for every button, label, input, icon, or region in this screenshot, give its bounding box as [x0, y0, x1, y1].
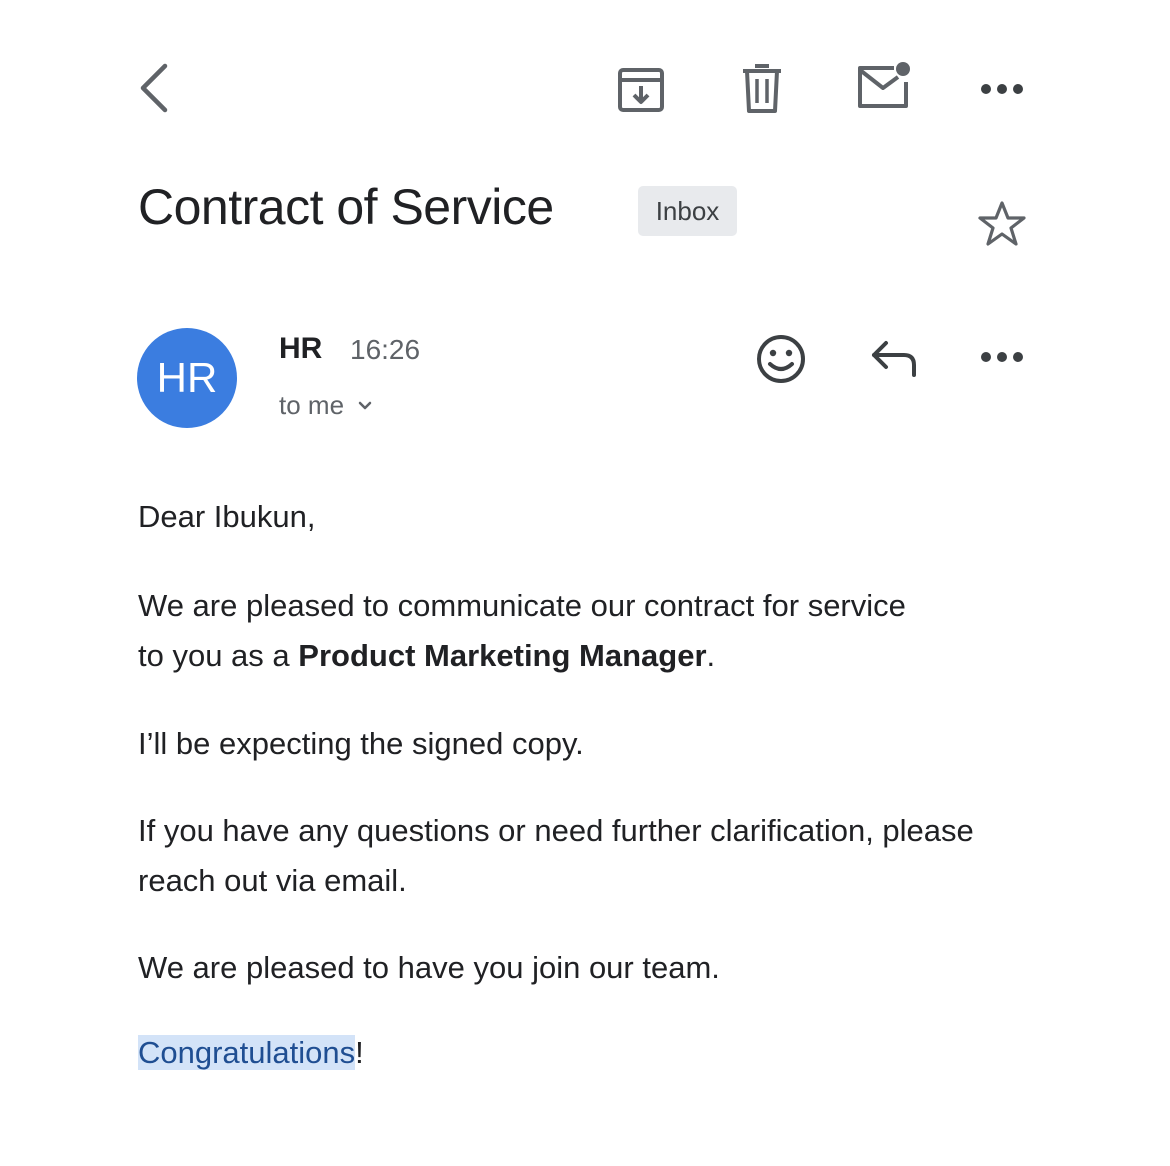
selected-text-highlight[interactable]: Congratulations — [138, 1035, 356, 1070]
email-time: 16:26 — [350, 334, 421, 365]
email-view: Contract of Service Inbox HR HR 16:26 to… — [0, 0, 1170, 1166]
reply-icon — [872, 341, 916, 377]
reply-button[interactable] — [866, 334, 922, 384]
email-paragraph-contract: We are pleased to communicate our contra… — [138, 581, 938, 681]
email-paragraph-welcome: We are pleased to have you join our team… — [138, 950, 720, 985]
star-outline-icon — [978, 201, 1026, 246]
mark-unread-icon — [858, 62, 910, 108]
add-reaction-button[interactable] — [752, 330, 810, 388]
mark-unread-button[interactable] — [852, 58, 916, 114]
more-options-button[interactable] — [974, 72, 1030, 106]
email-paragraph-signed-copy: I’ll be expecting the signed copy. — [138, 726, 584, 761]
message-more-button[interactable] — [974, 340, 1030, 374]
email-subject: Contract of Service — [138, 179, 554, 235]
delete-button[interactable] — [734, 60, 790, 118]
more-horizontal-icon — [981, 352, 1023, 362]
paragraph-text: . — [706, 638, 716, 673]
recipient-details-toggle[interactable]: to me — [279, 390, 372, 421]
back-button[interactable] — [128, 58, 178, 118]
chevron-left-icon — [140, 63, 168, 113]
email-greeting: Dear Ibukun, — [138, 499, 316, 534]
emoji-reaction-icon — [757, 335, 805, 383]
email-closing: Congratulations! — [138, 1028, 1038, 1078]
inbox-label-chip[interactable]: Inbox — [638, 186, 737, 236]
sender-avatar[interactable]: HR — [137, 328, 237, 428]
chevron-down-icon — [358, 401, 372, 409]
trash-icon — [743, 64, 781, 113]
closing-punctuation: ! — [355, 1035, 364, 1070]
archive-button[interactable] — [612, 62, 670, 118]
archive-icon — [618, 68, 664, 112]
recipient-label: to me — [279, 390, 345, 420]
star-button[interactable] — [972, 196, 1032, 252]
email-paragraph-questions: If you have any questions or need furthe… — [138, 813, 974, 898]
sender-name: HR — [279, 332, 323, 365]
job-title: Product Marketing Manager — [298, 638, 707, 673]
more-horizontal-icon — [981, 84, 1023, 94]
